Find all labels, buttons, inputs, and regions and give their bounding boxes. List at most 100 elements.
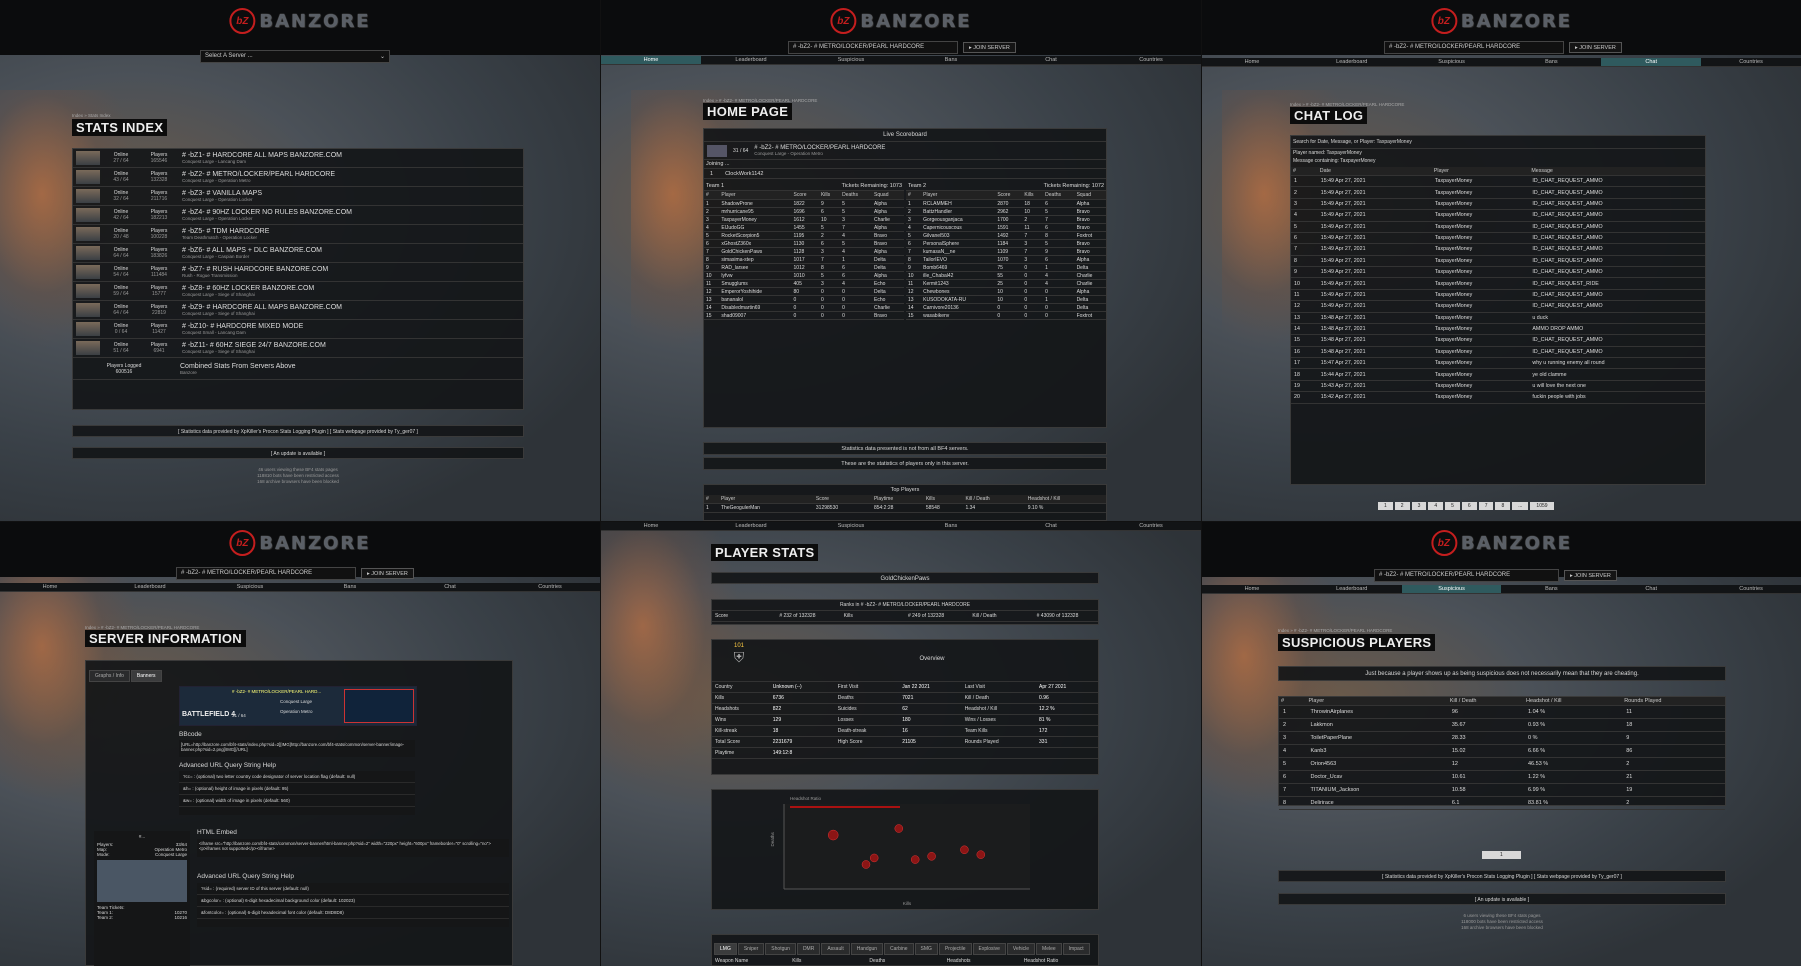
chat-row[interactable]: 18 15:44 Apr 27, 2021 TaxpayerMoney ye old … bbox=[1291, 368, 1705, 381]
column-header[interactable]: Player bbox=[719, 191, 792, 200]
page-button[interactable]: 3 bbox=[1411, 502, 1427, 510]
player-row[interactable]: 9 Bomb6469 75 0 1 Delta bbox=[906, 263, 1106, 272]
player-row[interactable]: 15 shad09007 0 0 0 Bravo bbox=[704, 311, 904, 320]
player-row[interactable]: 1 ShadowProne 1822 9 5 Alpha bbox=[704, 199, 904, 208]
scatter-point[interactable] bbox=[976, 850, 986, 859]
nav-home[interactable]: Home bbox=[601, 522, 701, 530]
page-button[interactable]: 4 bbox=[1428, 502, 1444, 510]
suspicious-row[interactable]: 8 Delirirace 6.1 83.81 % 2 bbox=[1279, 796, 1725, 810]
column-header[interactable]: Squad bbox=[872, 191, 904, 200]
column-header[interactable]: Deaths bbox=[1043, 191, 1075, 200]
column-header[interactable]: Player bbox=[718, 495, 814, 504]
server-name[interactable]: # -bZ5- # TDM HARDCORE bbox=[182, 228, 269, 235]
nav-bans[interactable]: Bans bbox=[901, 522, 1001, 530]
server-row[interactable]: Online 43 / 64 Players 132328 # -bZ2- # METR… bbox=[73, 168, 523, 187]
column-header[interactable]: Player bbox=[1306, 697, 1448, 706]
player-row[interactable]: 10 ille_Chabal42 55 0 4 Charlie bbox=[906, 271, 1106, 280]
server-name[interactable]: # -bZ4- # 90HZ LOCKER NO RULES BANZORE.C… bbox=[182, 209, 352, 216]
server-row[interactable]: Online 27 / 64 Players 165546 # -bZ1- # HARD… bbox=[73, 149, 523, 168]
nav-bans[interactable]: Bans bbox=[1501, 585, 1601, 593]
column-header[interactable]: Headshot / Kill bbox=[1523, 697, 1623, 706]
player-row[interactable]: 14 Carnivore20136 0 0 0 Delta bbox=[906, 303, 1106, 312]
page-button[interactable]: 7 bbox=[1478, 502, 1494, 510]
chat-row[interactable]: 6 15:49 Apr 27, 2021 TaxpayerMoney ID_CHAT_… bbox=[1291, 232, 1705, 245]
column-header[interactable]: # bbox=[1279, 697, 1307, 706]
nav-chat[interactable]: Chat bbox=[1001, 522, 1101, 530]
join-server-button[interactable]: ▸ JOIN SERVER bbox=[1569, 42, 1622, 53]
server-select[interactable]: # -bZ2- # METRO/LOCKER/PEARL HARDCORE bbox=[1374, 569, 1559, 582]
server-row[interactable]: Online 51 / 64 Players 6941 # -bZ11- # 60HZ … bbox=[73, 339, 523, 358]
chat-row[interactable]: 1 15:49 Apr 27, 2021 TaxpayerMoney ID_CHAT_… bbox=[1291, 175, 1705, 188]
player-row[interactable]: 12 Chewbones 10 0 0 Alpha bbox=[906, 287, 1106, 296]
tab-banners[interactable]: Banners bbox=[130, 670, 162, 682]
weapon-tab-dmr[interactable]: DMR bbox=[796, 943, 821, 955]
nav-suspicious[interactable]: Suspicious bbox=[200, 583, 300, 591]
suspicious-row[interactable]: 6 Doctor_Ucav 10.61 1.22 % 21 bbox=[1279, 770, 1725, 784]
column-header[interactable]: Kills bbox=[1022, 191, 1044, 200]
column-header[interactable]: Kill / Death bbox=[1447, 697, 1524, 706]
player-row[interactable]: 5 RocketScorpion5 1195 2 4 Bravo bbox=[704, 231, 904, 240]
scatter-point[interactable] bbox=[894, 824, 904, 833]
nav-leaderboard[interactable]: Leaderboard bbox=[1302, 58, 1402, 66]
weapon-tab-lmg[interactable]: LMG bbox=[714, 943, 737, 955]
page-button[interactable]: 1 bbox=[1378, 502, 1393, 510]
scatter-point[interactable] bbox=[861, 860, 871, 869]
player-row[interactable]: 8 TailorIEVO 1070 3 6 Alpha bbox=[906, 255, 1106, 264]
player-row[interactable]: 10 lyfvw 1010 5 6 Alpha bbox=[704, 271, 904, 280]
nav-bans[interactable]: Bans bbox=[1501, 58, 1601, 66]
player-row[interactable]: 8 simasima-step 1017 7 1 Delta bbox=[704, 255, 904, 264]
page-button[interactable]: ... bbox=[1512, 502, 1529, 510]
player-row[interactable]: 2 BattzHandler 2962 10 5 Bravo bbox=[906, 207, 1106, 216]
page-button[interactable]: 8 bbox=[1495, 502, 1511, 510]
page-button[interactable]: 5 bbox=[1445, 502, 1460, 510]
nav-countries[interactable]: Countries bbox=[1701, 585, 1801, 593]
site-logo[interactable]: bZ BANZORE bbox=[229, 8, 370, 34]
weapon-tab-sniper[interactable]: Sniper bbox=[737, 943, 765, 955]
nav-leaderboard[interactable]: Leaderboard bbox=[1302, 585, 1402, 593]
suspicious-row[interactable]: 7 TITANIUM_Jackson 10.58 6.99 % 19 bbox=[1279, 783, 1725, 797]
nav-bans[interactable]: Bans bbox=[300, 583, 400, 591]
column-header[interactable]: Player bbox=[921, 191, 996, 200]
player-row[interactable]: 7 kumasaN__ne 1109 7 9 Bravo bbox=[906, 247, 1106, 256]
chat-row[interactable]: 3 15:49 Apr 27, 2021 TaxpayerMoney ID_CHAT_… bbox=[1291, 198, 1705, 211]
player-row[interactable]: 15 wasabikenv 0 0 0 Foxtrot bbox=[906, 311, 1106, 320]
chat-row[interactable]: 4 15:49 Apr 27, 2021 TaxpayerMoney ID_CHAT_… bbox=[1291, 209, 1705, 222]
weapon-tab-assault[interactable]: Assault bbox=[821, 943, 850, 955]
chat-row[interactable]: 17 15:47 Apr 27, 2021 TaxpayerMoney why u r… bbox=[1291, 357, 1705, 370]
server-row[interactable]: Online 42 / 64 Players 182213 # -bZ4- # 90HZ… bbox=[73, 206, 523, 225]
column-header[interactable]: Score bbox=[995, 191, 1023, 200]
server-select[interactable]: # -bZ2- # METRO/LOCKER/PEARL HARDCORE bbox=[1384, 41, 1564, 54]
player-row[interactable]: 14 Disabledmartin69 0 0 0 Charlie bbox=[704, 303, 904, 312]
nav-countries[interactable]: Countries bbox=[1701, 58, 1801, 66]
player-row[interactable]: 5 Gilvanel503 1492 7 8 Foxtrot bbox=[906, 231, 1106, 240]
player-row[interactable]: 12 EmperorYoshihide 80 0 0 Delta bbox=[704, 287, 904, 296]
weapon-tab-projectile[interactable]: Projectile bbox=[938, 943, 972, 955]
weapon-tab-smg[interactable]: SMG bbox=[914, 943, 938, 955]
player-row[interactable]: 9 RAD_larsee 1012 8 6 Delta bbox=[704, 263, 904, 272]
column-header[interactable]: Message bbox=[1529, 167, 1705, 176]
page-button[interactable]: 6 bbox=[1461, 502, 1477, 510]
page-button[interactable]: 1059 bbox=[1530, 502, 1554, 510]
nav-suspicious[interactable]: Suspicious bbox=[801, 522, 901, 530]
chat-row[interactable]: 16 15:48 Apr 27, 2021 TaxpayerMoney ID_CHAT… bbox=[1291, 346, 1705, 359]
nav-home[interactable]: Home bbox=[1202, 585, 1302, 593]
column-header[interactable]: Player bbox=[1431, 167, 1530, 176]
chat-row[interactable]: 2 15:49 Apr 27, 2021 TaxpayerMoney ID_CHAT_… bbox=[1291, 186, 1705, 199]
player-row[interactable]: 4 Capernicouscous 1591 11 6 Bravo bbox=[906, 223, 1106, 232]
combined-stats-row[interactable]: Players Logged 600516 Combined Stats From … bbox=[73, 358, 523, 380]
chat-row[interactable]: 8 15:49 Apr 27, 2021 TaxpayerMoney ID_CHAT_… bbox=[1291, 255, 1705, 268]
nav-suspicious[interactable]: Suspicious bbox=[1401, 585, 1502, 593]
scatter-point[interactable] bbox=[927, 852, 936, 861]
chat-search-input[interactable]: Search for Date, Message, or Player: Tax… bbox=[1291, 136, 1705, 149]
suspicious-row[interactable]: 5 Orion4563 12 46.53 % 2 bbox=[1279, 757, 1725, 771]
column-header[interactable]: Rounds Played bbox=[1622, 697, 1725, 706]
server-row[interactable]: Online 64 / 64 Players 22819 # -bZ9- # HARDC… bbox=[73, 301, 523, 320]
player-row[interactable]: 2 mrhurricane95 1696 6 5 Alpha bbox=[704, 207, 904, 216]
join-server-button[interactable]: ▸ JOIN SERVER bbox=[361, 568, 414, 579]
nav-leaderboard[interactable]: Leaderboard bbox=[701, 522, 801, 530]
weapon-tab-impact[interactable]: Impact bbox=[1062, 943, 1090, 955]
nav-leaderboard[interactable]: Leaderboard bbox=[100, 583, 200, 591]
suspicious-row[interactable]: 3 ToiletPaperPlane 28.33 0 % 9 bbox=[1279, 731, 1725, 745]
player-row[interactable]: 1 RCLAMMEH 2870 18 6 Alpha bbox=[906, 199, 1106, 208]
chat-row[interactable]: 11 15:49 Apr 27, 2021 TaxpayerMoney ID_CHAT… bbox=[1291, 289, 1705, 302]
